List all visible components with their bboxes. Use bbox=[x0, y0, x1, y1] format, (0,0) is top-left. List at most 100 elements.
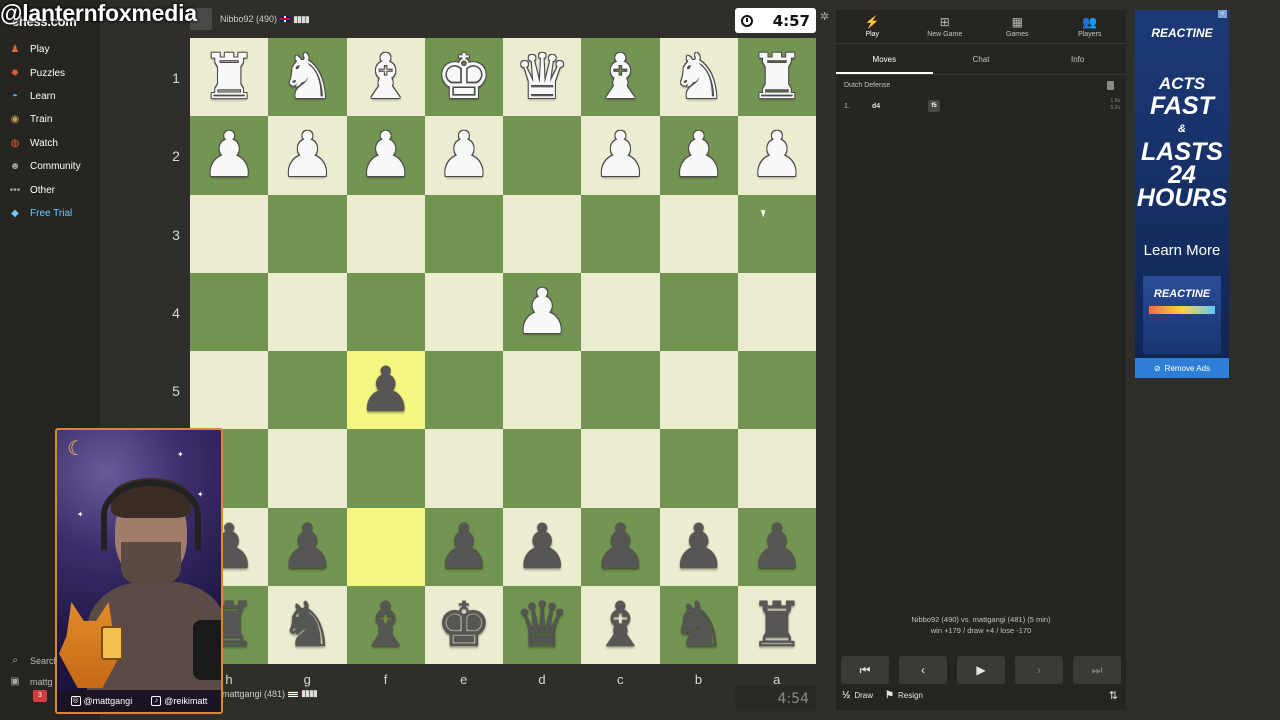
white-knight-icon[interactable]: ♞ bbox=[671, 46, 727, 108]
board-square-c7[interactable]: ♟ bbox=[581, 507, 660, 586]
board-square-g8[interactable]: ♞ bbox=[268, 585, 347, 664]
draw-button[interactable]: ½ Draw bbox=[842, 690, 873, 701]
top-player-name[interactable]: Nibbo92 bbox=[220, 14, 254, 24]
board-square-c5[interactable] bbox=[581, 351, 660, 430]
board-square-b7[interactable]: ♟ bbox=[659, 507, 738, 586]
white-pawn-icon[interactable]: ♟ bbox=[671, 124, 727, 186]
board-square-a1[interactable]: ♜ bbox=[737, 38, 816, 117]
black-pawn-icon[interactable]: ♟ bbox=[749, 515, 805, 578]
chess-board[interactable]: ♜ ♞ ♝ ♚ ♛ ♝ ♞ ♜ ♟ ♟ ♟ ♟ ♟ ♟ ♟ ♟ ♟ ♟ ♟ ♟ ♟ ♟ ♟ ♟ ♜ ♞ ♝ ♚ ♛ ♝ ♞ ♜ bbox=[190, 38, 816, 664]
white-pawn-icon[interactable]: ♟ bbox=[593, 124, 649, 186]
white-pawn-icon[interactable]: ♟ bbox=[280, 124, 336, 186]
black-pawn-icon[interactable]: ♟ bbox=[671, 515, 727, 578]
sidebar-item-play[interactable]: ♟ Play bbox=[8, 38, 100, 61]
white-move[interactable]: d4 bbox=[872, 103, 928, 110]
board-square-c4[interactable] bbox=[581, 272, 660, 351]
board-square-f1[interactable]: ♝ bbox=[346, 38, 425, 117]
board-square-e6[interactable] bbox=[424, 429, 503, 508]
board-square-d5[interactable] bbox=[503, 351, 582, 430]
board-square-f4[interactable] bbox=[346, 272, 425, 351]
white-knight-icon[interactable]: ♞ bbox=[280, 46, 336, 108]
sidebar-item-train[interactable]: ◉ Train bbox=[8, 108, 100, 131]
settings-gear-icon[interactable]: ✲ bbox=[820, 10, 829, 23]
board-square-c6[interactable] bbox=[581, 429, 660, 508]
white-pawn-icon[interactable]: ♟ bbox=[201, 124, 257, 186]
board-square-b2[interactable]: ♟ bbox=[659, 116, 738, 195]
board-square-b5[interactable] bbox=[659, 351, 738, 430]
board-square-f2[interactable]: ♟ bbox=[346, 116, 425, 195]
sidebar-item-learn[interactable]: ◓ Learn bbox=[8, 85, 100, 108]
black-pawn-icon[interactable]: ♟ bbox=[436, 515, 492, 578]
board-square-d1[interactable]: ♛ bbox=[503, 38, 582, 117]
board-square-g6[interactable] bbox=[268, 429, 347, 508]
board-square-c2[interactable]: ♟ bbox=[581, 116, 660, 195]
white-king-icon[interactable]: ♚ bbox=[436, 46, 492, 108]
black-bishop-icon[interactable]: ♝ bbox=[593, 593, 649, 656]
tab-new-game[interactable]: ⊞ New Game bbox=[909, 10, 982, 43]
advertisement[interactable]: x REACTINE ACTS FAST & LASTS 24 HOURS Le… bbox=[1135, 10, 1229, 378]
board-square-d8[interactable]: ♛ bbox=[503, 585, 582, 664]
black-pawn-icon[interactable]: ♟ bbox=[280, 515, 336, 578]
last-move-button[interactable]: ⏭ bbox=[1073, 656, 1121, 684]
board-square-h3[interactable] bbox=[190, 194, 269, 273]
subtab-moves[interactable]: Moves bbox=[836, 44, 933, 74]
black-bishop-icon[interactable]: ♝ bbox=[358, 593, 414, 656]
board-square-g3[interactable] bbox=[268, 194, 347, 273]
board-square-d6[interactable] bbox=[503, 429, 582, 508]
white-bishop-icon[interactable]: ♝ bbox=[593, 46, 649, 108]
remove-ads-button[interactable]: ⊘ Remove Ads bbox=[1135, 358, 1229, 378]
white-pawn-icon[interactable]: ♟ bbox=[749, 124, 805, 186]
board-square-f5[interactable]: ♟ bbox=[346, 351, 425, 430]
sidebar-item-other[interactable]: ••• Other bbox=[8, 178, 100, 201]
board-square-h1[interactable]: ♜ bbox=[190, 38, 269, 117]
board-square-g2[interactable]: ♟ bbox=[268, 116, 347, 195]
sidebar-item-puzzles[interactable]: ✸ Puzzles bbox=[8, 61, 100, 84]
board-square-c3[interactable] bbox=[581, 194, 660, 273]
notification-badge[interactable]: 3 bbox=[33, 690, 47, 702]
sidebar-item-free-trial[interactable]: ◆ Free Trial bbox=[8, 202, 100, 225]
board-square-g4[interactable] bbox=[268, 272, 347, 351]
black-knight-icon[interactable]: ♞ bbox=[671, 593, 727, 656]
board-square-e1[interactable]: ♚ bbox=[424, 38, 503, 117]
board-square-d7[interactable]: ♟ bbox=[503, 507, 582, 586]
board-square-a3[interactable] bbox=[737, 194, 816, 273]
board-square-e2[interactable]: ♟ bbox=[424, 116, 503, 195]
white-rook-icon[interactable]: ♜ bbox=[749, 46, 805, 108]
tab-players[interactable]: 👥 Players bbox=[1054, 10, 1127, 43]
black-pawn-icon[interactable]: ♟ bbox=[593, 515, 649, 578]
black-queen-icon[interactable]: ♛ bbox=[514, 593, 570, 656]
subtab-info[interactable]: Info bbox=[1029, 44, 1126, 74]
play-button[interactable]: ▶ bbox=[957, 656, 1005, 684]
board-square-e4[interactable] bbox=[424, 272, 503, 351]
bottom-player-name[interactable]: mattgangi bbox=[222, 689, 262, 699]
board-square-c8[interactable]: ♝ bbox=[581, 585, 660, 664]
sidebar-item-community[interactable]: ☻ Community bbox=[8, 155, 100, 178]
board-square-b4[interactable] bbox=[659, 272, 738, 351]
board-square-b1[interactable]: ♞ bbox=[659, 38, 738, 117]
sidebar-item-watch[interactable]: ◍ Watch bbox=[8, 132, 100, 155]
black-pawn-icon[interactable]: ♟ bbox=[358, 359, 414, 421]
board-square-b6[interactable] bbox=[659, 429, 738, 508]
board-square-a4[interactable] bbox=[737, 272, 816, 351]
flip-board-icon[interactable]: ⇅ bbox=[1109, 689, 1118, 702]
first-move-button[interactable]: ⏮ bbox=[841, 656, 889, 684]
board-square-a8[interactable]: ♜ bbox=[737, 585, 816, 664]
board-square-g1[interactable]: ♞ bbox=[268, 38, 347, 117]
board-square-a7[interactable]: ♟ bbox=[737, 507, 816, 586]
board-square-c1[interactable]: ♝ bbox=[581, 38, 660, 117]
previous-move-button[interactable]: ‹ bbox=[899, 656, 947, 684]
board-square-g7[interactable]: ♟ bbox=[268, 507, 347, 586]
board-square-h5[interactable] bbox=[190, 351, 269, 430]
subtab-chat[interactable]: Chat bbox=[933, 44, 1030, 74]
board-square-e7[interactable]: ♟ bbox=[424, 507, 503, 586]
board-square-a5[interactable] bbox=[737, 351, 816, 430]
board-square-f8[interactable]: ♝ bbox=[346, 585, 425, 664]
white-pawn-icon[interactable]: ♟ bbox=[514, 280, 570, 343]
black-pawn-icon[interactable]: ♟ bbox=[514, 515, 570, 578]
white-rook-icon[interactable]: ♜ bbox=[201, 46, 257, 108]
black-knight-icon[interactable]: ♞ bbox=[280, 593, 336, 656]
board-square-e3[interactable] bbox=[424, 194, 503, 273]
board-square-b3[interactable] bbox=[659, 194, 738, 273]
board-square-g5[interactable] bbox=[268, 351, 347, 430]
board-square-h2[interactable]: ♟ bbox=[190, 116, 269, 195]
